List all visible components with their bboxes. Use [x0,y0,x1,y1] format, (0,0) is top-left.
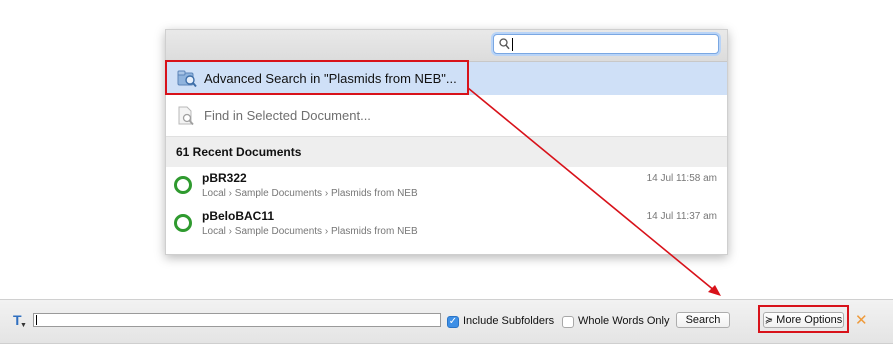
annotation-arrow [467,87,721,296]
